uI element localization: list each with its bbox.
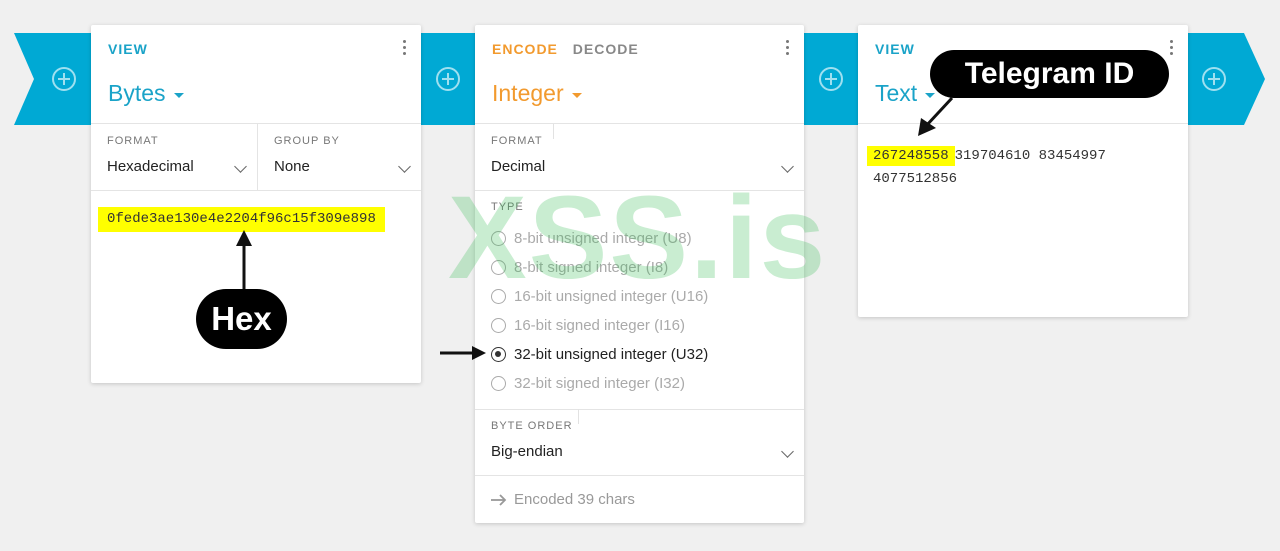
group-by-select[interactable]: GROUP BY None bbox=[257, 124, 421, 190]
operation-title: Text bbox=[875, 80, 918, 106]
add-operation-icon[interactable] bbox=[1201, 66, 1227, 92]
status-text: Encoded 39 chars bbox=[514, 491, 635, 508]
selection-pointer-arrow bbox=[440, 346, 486, 360]
field-value: Big-endian bbox=[491, 443, 563, 460]
operation-title: Bytes bbox=[108, 80, 166, 106]
telegram-id-highlight: 267248558 bbox=[867, 146, 955, 166]
field-label: BYTE ORDER bbox=[491, 420, 573, 432]
card-tabs: VIEW bbox=[875, 41, 915, 57]
label-separator bbox=[578, 409, 579, 424]
watermark-logo: XSS.is bbox=[448, 172, 828, 304]
chevron-down-icon bbox=[234, 160, 247, 173]
field-label: GROUP BY bbox=[274, 135, 340, 147]
field-label: FORMAT bbox=[107, 135, 159, 147]
text-output-line-2: 4077512856 bbox=[873, 171, 958, 187]
radio-i32[interactable]: 32-bit signed integer (I32) bbox=[491, 369, 708, 398]
text-output[interactable]: 267248558 319704610 83454997 4077512856 bbox=[867, 145, 1106, 191]
radio-label: 16-bit signed integer (I16) bbox=[514, 317, 685, 334]
telegram-id-annotation-arrow bbox=[918, 96, 954, 136]
chevron-down-icon bbox=[781, 445, 794, 458]
caret-down-icon bbox=[571, 92, 582, 98]
pipeline-connector-1 bbox=[421, 33, 475, 125]
radio-circle-icon bbox=[491, 318, 506, 333]
radio-circle-icon bbox=[491, 376, 506, 391]
more-options-icon[interactable] bbox=[786, 40, 790, 58]
add-operation-icon[interactable] bbox=[818, 66, 844, 92]
card-tabs: ENCODE DECODE bbox=[492, 41, 639, 57]
add-operation-icon[interactable] bbox=[51, 66, 77, 92]
pipeline-connector-2 bbox=[804, 33, 858, 125]
tab-encode[interactable]: ENCODE bbox=[492, 41, 558, 57]
radio-u32[interactable]: 32-bit unsigned integer (U32) bbox=[491, 340, 708, 369]
field-value: Hexadecimal bbox=[107, 158, 194, 175]
chevron-down-icon bbox=[398, 160, 411, 173]
arrow-right-icon bbox=[491, 493, 507, 506]
label-separator bbox=[553, 124, 554, 139]
card-header: VIEW Bytes bbox=[91, 25, 421, 124]
annotation-text: Hex bbox=[211, 300, 272, 337]
divider bbox=[475, 475, 804, 476]
operation-select[interactable]: Bytes bbox=[108, 80, 184, 107]
radio-i16[interactable]: 16-bit signed integer (I16) bbox=[491, 311, 708, 340]
caret-down-icon bbox=[173, 92, 184, 98]
byte-order-select[interactable]: BYTE ORDER Big-endian bbox=[475, 409, 804, 475]
add-operation-icon[interactable] bbox=[435, 66, 461, 92]
pipeline-connector-right bbox=[1188, 33, 1268, 125]
tab-decode[interactable]: DECODE bbox=[573, 41, 639, 57]
connector-chevron-shape bbox=[0, 33, 91, 125]
telegram-id-annotation-bubble: Telegram ID bbox=[930, 50, 1169, 98]
hex-output[interactable]: 0fede3ae130e4e2204f96c15f309e898 bbox=[98, 207, 385, 232]
radio-label: 32-bit signed integer (I32) bbox=[514, 375, 685, 392]
annotation-text: Telegram ID bbox=[964, 57, 1135, 90]
field-label: FORMAT bbox=[491, 135, 543, 147]
divider bbox=[91, 190, 421, 191]
radio-label: 32-bit unsigned integer (U32) bbox=[514, 346, 709, 363]
pipeline-connector-left bbox=[0, 33, 91, 125]
format-select[interactable]: FORMAT Hexadecimal bbox=[91, 124, 257, 190]
field-value: None bbox=[274, 158, 310, 175]
hex-annotation-bubble: Hex bbox=[196, 289, 287, 349]
encode-status: Encoded 39 chars bbox=[490, 491, 635, 508]
more-options-icon[interactable] bbox=[1170, 40, 1174, 58]
tab-view[interactable]: VIEW bbox=[108, 41, 148, 57]
hex-annotation-arrow bbox=[236, 230, 252, 292]
tab-view[interactable]: VIEW bbox=[875, 41, 915, 57]
card-header: ENCODE DECODE Integer bbox=[475, 25, 804, 124]
text-output-line-1: 267248558 319704610 83454997 bbox=[867, 145, 1106, 168]
connector-arrow-shape bbox=[1188, 33, 1265, 125]
operation-select[interactable]: Integer bbox=[492, 80, 582, 107]
radio-checked-icon bbox=[491, 347, 506, 362]
card-tabs: VIEW bbox=[108, 41, 148, 57]
more-options-icon[interactable] bbox=[403, 40, 407, 58]
operation-title: Integer bbox=[492, 80, 564, 106]
text-output-rest: 319704610 83454997 bbox=[954, 148, 1106, 164]
